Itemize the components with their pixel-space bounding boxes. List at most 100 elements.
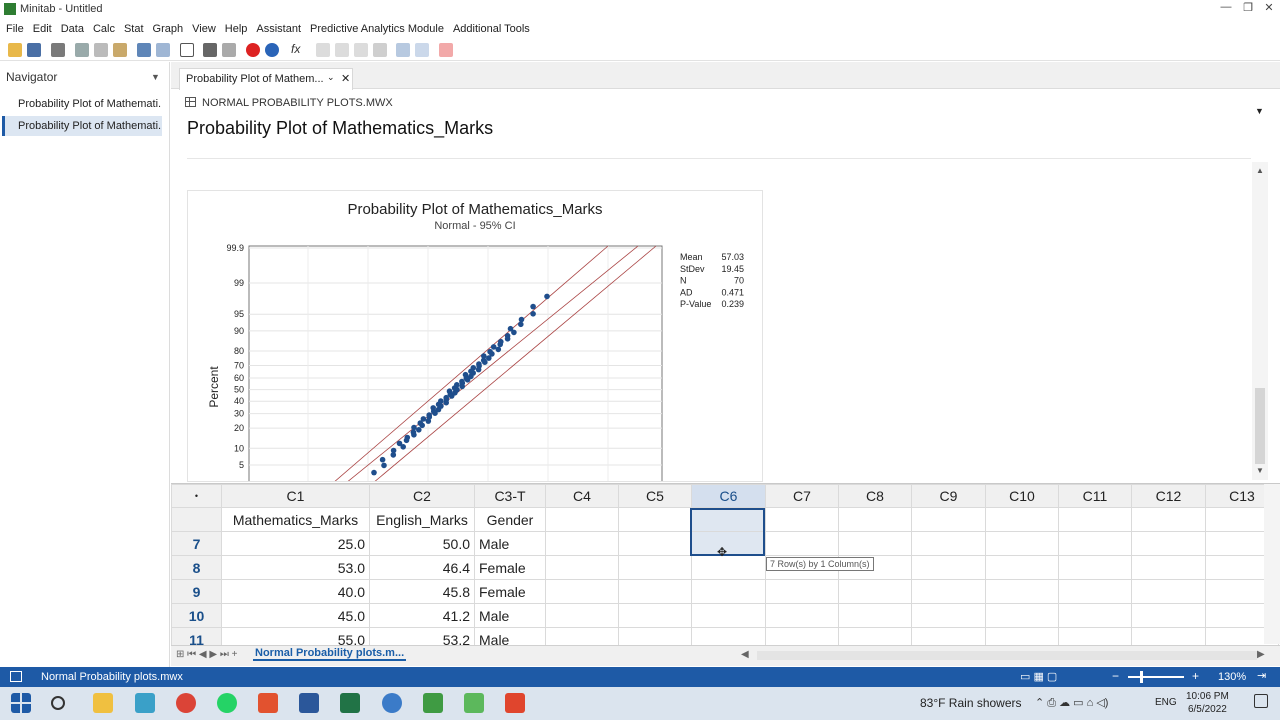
column-header[interactable]: C5 <box>618 484 692 508</box>
column-header[interactable]: C2 <box>369 484 475 508</box>
close-tab-icon[interactable]: ✕ <box>341 72 350 85</box>
undo-icon[interactable] <box>137 43 151 57</box>
scroll-thumb[interactable] <box>1255 388 1265 464</box>
cell[interactable] <box>545 531 619 556</box>
view-layout-icons[interactable]: ▭ ▦ ▢ <box>1020 670 1057 683</box>
edit-graph-icon[interactable] <box>415 43 429 57</box>
column-name-cell[interactable] <box>911 507 986 532</box>
column-header[interactable]: C7 <box>765 484 839 508</box>
cell[interactable] <box>911 555 986 580</box>
excel-icon[interactable] <box>340 693 360 713</box>
open-icon[interactable] <box>8 43 22 57</box>
menu-help[interactable]: Help <box>225 23 248 35</box>
cell[interactable] <box>618 531 692 556</box>
cell[interactable]: Female <box>474 579 546 604</box>
language-indicator[interactable]: ENG <box>1155 697 1177 708</box>
menu-predictive-analytics[interactable]: Predictive Analytics Module <box>310 23 444 35</box>
cell[interactable] <box>838 579 912 604</box>
chrome-icon[interactable] <box>176 693 196 713</box>
column-name-cell[interactable] <box>765 507 839 532</box>
cell[interactable]: 45.0 <box>221 603 370 628</box>
brush-icon[interactable] <box>396 43 410 57</box>
paste-icon[interactable] <box>113 43 127 57</box>
corner-cell[interactable]: • <box>171 484 222 508</box>
cell[interactable] <box>911 579 986 604</box>
cell[interactable] <box>985 579 1059 604</box>
scroll-right-icon[interactable]: ▶ <box>1257 649 1265 660</box>
horizontal-scrollbar[interactable] <box>757 651 1257 660</box>
column-header[interactable]: C4 <box>545 484 619 508</box>
app-icon[interactable] <box>464 693 484 713</box>
cell[interactable] <box>545 579 619 604</box>
cell[interactable] <box>545 603 619 628</box>
row-header[interactable]: 9 <box>171 579 222 604</box>
cell[interactable] <box>985 603 1059 628</box>
cell[interactable] <box>838 531 912 556</box>
cell[interactable] <box>911 603 986 628</box>
cell[interactable] <box>1058 603 1132 628</box>
system-tray-icons[interactable]: ⌃ ⎙ ☁ ▭ ⌂ ◁) <box>1035 696 1108 710</box>
column-header[interactable]: C3-T <box>474 484 546 508</box>
chevron-down-icon[interactable]: ▼ <box>151 72 160 82</box>
cell[interactable] <box>765 603 839 628</box>
expand-icon[interactable]: ⇥ <box>1257 669 1266 682</box>
cell[interactable] <box>545 555 619 580</box>
scroll-left-icon[interactable]: ◀ <box>741 649 749 660</box>
move-columns-icon[interactable] <box>354 43 368 57</box>
cell[interactable] <box>765 531 839 556</box>
cell[interactable]: 41.2 <box>369 603 475 628</box>
function-icon[interactable]: fx <box>291 42 305 56</box>
probability-plot-graph[interactable]: Probability Plot of Mathematics_Marks No… <box>187 190 763 482</box>
column-name-cell[interactable] <box>1131 507 1206 532</box>
find-icon[interactable] <box>203 43 217 57</box>
cell[interactable]: 25.0 <box>221 531 370 556</box>
redo-icon[interactable] <box>156 43 170 57</box>
copy-icon[interactable] <box>94 43 108 57</box>
sheet-nav-icons[interactable]: ⊞ ⏮ ◀ ▶ ⏭ + <box>176 649 238 660</box>
windows-start-icon[interactable] <box>11 693 31 713</box>
graph-layout-icon[interactable] <box>373 43 387 57</box>
cell[interactable] <box>691 555 766 580</box>
menu-edit[interactable]: Edit <box>33 23 52 35</box>
cell[interactable]: 53.0 <box>221 555 370 580</box>
print-icon[interactable] <box>51 43 65 57</box>
insert-rows-icon[interactable] <box>316 43 330 57</box>
cell[interactable]: 46.4 <box>369 555 475 580</box>
zoom-in-icon[interactable]: + <box>1192 669 1199 683</box>
cell[interactable] <box>985 531 1059 556</box>
notifications-icon[interactable] <box>1254 694 1268 708</box>
column-header-selected[interactable]: C6 <box>691 484 766 508</box>
cell[interactable] <box>1058 579 1132 604</box>
row-header[interactable]: 10 <box>171 603 222 628</box>
zoom-slider[interactable] <box>1128 676 1184 678</box>
minitab-taskbar-icon[interactable] <box>423 693 443 713</box>
menu-graph[interactable]: Graph <box>153 23 184 35</box>
window-icon[interactable] <box>180 43 194 57</box>
app-icon[interactable] <box>135 693 155 713</box>
menu-stat[interactable]: Stat <box>124 23 144 35</box>
column-name-cell[interactable]: Mathematics_Marks <box>221 507 370 532</box>
cut-icon[interactable] <box>75 43 89 57</box>
menu-file[interactable]: File <box>6 23 24 35</box>
help-icon[interactable] <box>265 43 279 57</box>
navigator-item[interactable]: Probability Plot of Mathemati... <box>2 94 162 114</box>
whatsapp-icon[interactable] <box>217 693 237 713</box>
cell[interactable] <box>691 603 766 628</box>
cell[interactable] <box>911 531 986 556</box>
menu-data[interactable]: Data <box>61 23 84 35</box>
column-name-cell[interactable] <box>545 507 619 532</box>
word-icon[interactable] <box>299 693 319 713</box>
cell[interactable] <box>618 603 692 628</box>
cell[interactable] <box>1131 555 1206 580</box>
scroll-up-icon[interactable]: ▲ <box>1256 166 1264 175</box>
panel-toggle-icon[interactable] <box>10 671 22 682</box>
column-name-cell[interactable] <box>985 507 1059 532</box>
worksheet-vertical-scrollbar[interactable] <box>1264 484 1280 644</box>
cell[interactable]: Male <box>474 603 546 628</box>
navigator-item-selected[interactable]: Probability Plot of Mathemati... <box>2 116 162 136</box>
column-header[interactable]: C1 <box>221 484 370 508</box>
column-name-cell[interactable] <box>618 507 692 532</box>
cell[interactable] <box>1131 579 1206 604</box>
cell[interactable] <box>838 603 912 628</box>
app-icon[interactable] <box>505 693 525 713</box>
